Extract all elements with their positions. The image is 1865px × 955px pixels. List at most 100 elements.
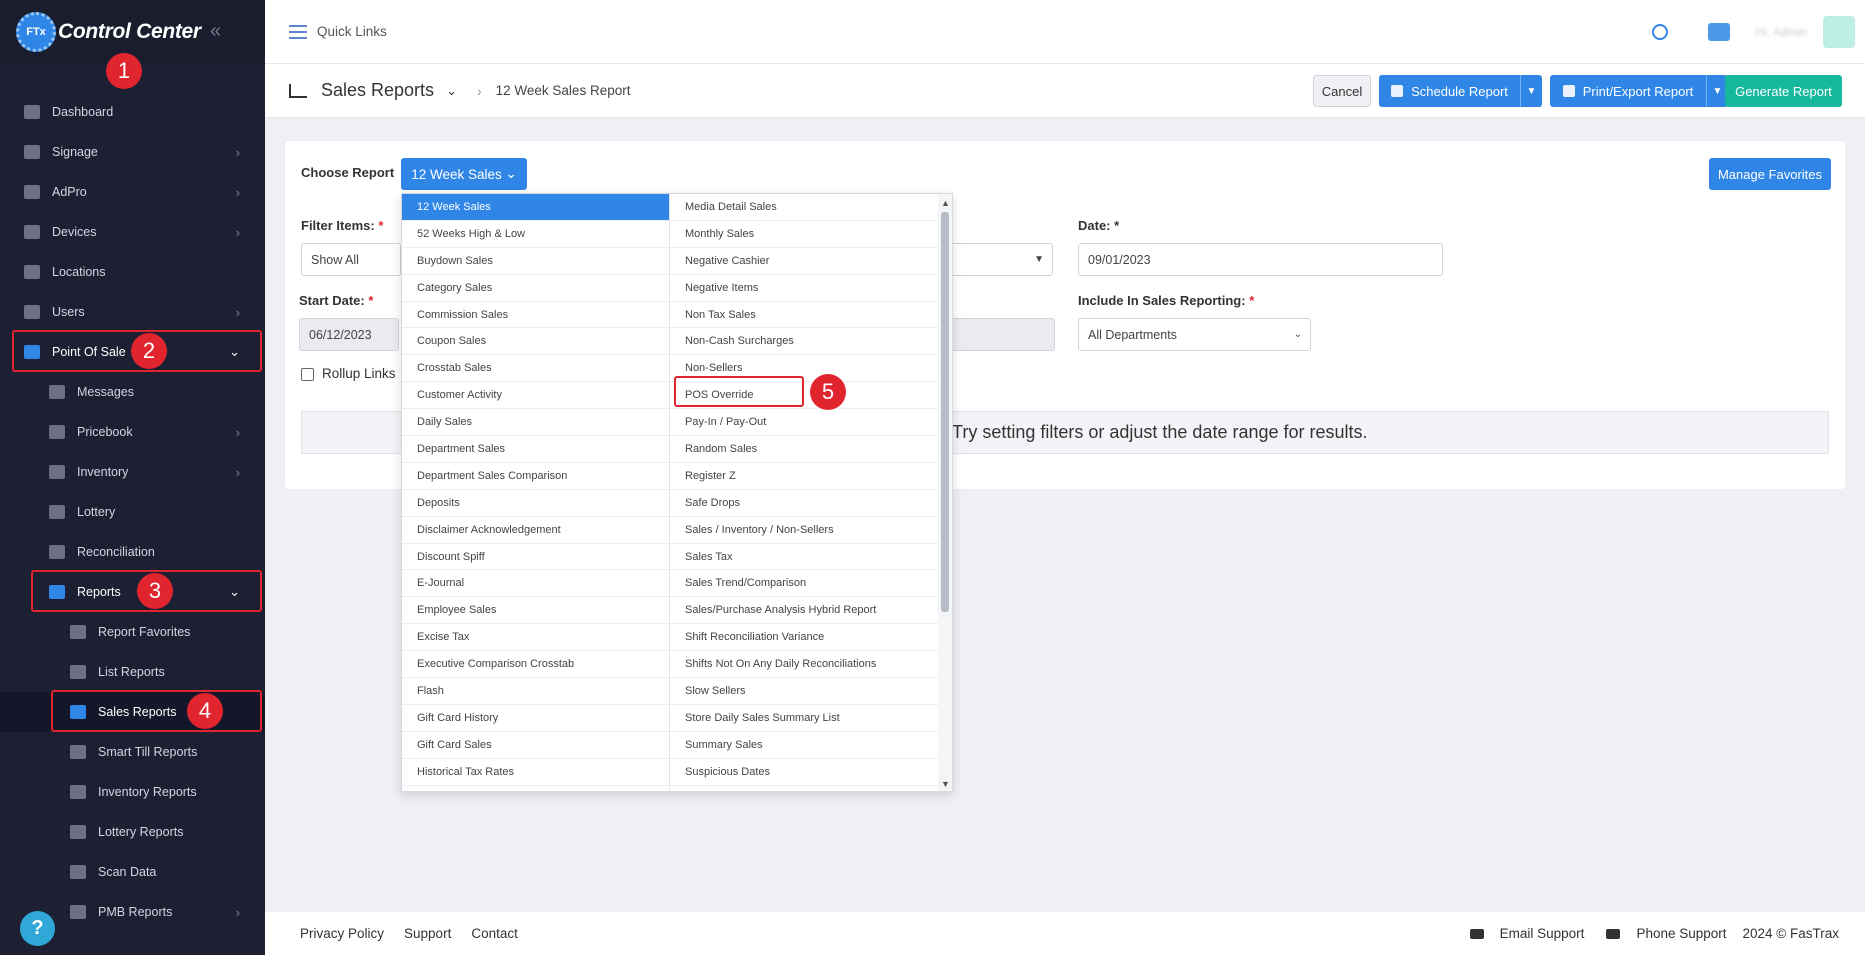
report-option[interactable]: Crosstab Sales — [402, 355, 669, 383]
sidebar-item-pricebook[interactable]: Pricebook › — [0, 412, 265, 452]
report-option[interactable]: Category Sales — [402, 275, 669, 302]
report-option[interactable]: Slow Sellers — [670, 678, 938, 705]
report-option[interactable]: Monthly Sales — [670, 221, 938, 248]
chat-icon[interactable] — [1707, 23, 1730, 41]
contact-link[interactable]: Contact — [471, 926, 518, 941]
report-option[interactable]: Non-Cash Surcharges — [670, 328, 938, 356]
sidebar-item-locations[interactable]: Locations — [0, 252, 265, 292]
help-button[interactable]: ? — [20, 911, 55, 946]
schedule-report-button[interactable]: Schedule Report ▼ — [1379, 75, 1542, 107]
report-option[interactable]: Non Tax Sales — [670, 302, 938, 329]
report-option[interactable]: Shift Reconciliation Variance — [670, 624, 938, 652]
report-option[interactable]: Random Sales — [670, 436, 938, 463]
scroll-down-icon[interactable]: ▼ — [941, 779, 950, 789]
start-date-input: 06/12/2023 — [299, 318, 399, 351]
support-link[interactable]: Support — [404, 926, 451, 941]
rollup-links-label[interactable]: Rollup Links — [322, 366, 396, 381]
report-option[interactable]: Daily Sales — [402, 409, 669, 437]
report-option[interactable]: Excise Tax — [402, 624, 669, 652]
sidebar-item-dashboard[interactable]: Dashboard — [0, 92, 265, 132]
report-option[interactable]: Department Sales — [402, 436, 669, 463]
sidebar-item-devices[interactable]: Devices › — [0, 212, 265, 252]
report-option[interactable]: Flash — [402, 678, 669, 705]
include-in-sales-select[interactable]: All Departments ⌄ — [1078, 318, 1311, 351]
cancel-button[interactable]: Cancel — [1313, 75, 1371, 107]
report-option[interactable]: Pay-In / Pay-Out — [670, 409, 938, 437]
report-option[interactable]: 52 Weeks High & Low — [402, 221, 669, 248]
sidebar-item-adpro[interactable]: AdPro › — [0, 172, 265, 212]
email-support-link[interactable]: Email Support — [1500, 926, 1585, 941]
rollup-links-checkbox[interactable] — [301, 368, 314, 381]
report-option[interactable]: Historical Tax Rates — [402, 759, 669, 786]
report-option[interactable]: Executive Comparison Crosstab — [402, 651, 669, 679]
breadcrumb: 12 Week Sales Report — [495, 83, 631, 98]
dropdown-scrollbar[interactable]: ▲ ▼ — [938, 194, 952, 791]
menu-icon[interactable] — [289, 24, 307, 39]
user-name[interactable]: Hi, Admin — [1756, 25, 1807, 39]
report-option[interactable]: Negative Cashier — [670, 248, 938, 275]
privacy-policy-link[interactable]: Privacy Policy — [300, 926, 384, 941]
generate-report-button[interactable]: Generate Report — [1725, 75, 1842, 107]
report-option[interactable]: Gift Card Sales — [402, 732, 669, 759]
report-option[interactable]: Sales Trend/Comparison — [670, 570, 938, 598]
sidebar-item-messages[interactable]: Messages — [0, 372, 265, 412]
report-option[interactable]: Negative Items — [670, 275, 938, 302]
scroll-up-icon[interactable]: ▲ — [941, 198, 950, 208]
phone-support-link[interactable]: Phone Support — [1636, 926, 1726, 941]
report-option[interactable]: Employee Sales — [402, 597, 669, 625]
report-option[interactable]: Commission Sales — [402, 302, 669, 329]
manage-favorites-button[interactable]: Manage Favorites — [1709, 158, 1831, 190]
sidebar-item-report-favorites[interactable]: Report Favorites — [0, 612, 265, 652]
avatar[interactable] — [1823, 16, 1855, 48]
date-input[interactable]: 09/01/2023 — [1078, 243, 1443, 276]
report-option[interactable]: Discount Spiff — [402, 544, 669, 571]
report-option[interactable]: E-Journal — [402, 570, 669, 598]
report-option[interactable]: Sales / Inventory / Non-Sellers — [670, 517, 938, 544]
sidebar-item-smart-till-reports[interactable]: Smart Till Reports — [0, 732, 265, 772]
report-option[interactable]: Media Detail Sales — [670, 194, 938, 221]
report-option[interactable]: Safe Drops — [670, 490, 938, 517]
report-option[interactable]: Deposits — [402, 490, 669, 517]
step-marker-5: 5 — [810, 374, 846, 410]
print-export-button[interactable]: Print/Export Report ▼ — [1550, 75, 1728, 107]
report-option[interactable]: Disclaimer Acknowledgement — [402, 517, 669, 544]
quick-links[interactable]: Quick Links — [317, 24, 387, 39]
scrollbar-thumb[interactable] — [941, 212, 949, 612]
sidebar-item-list-reports[interactable]: List Reports — [0, 652, 265, 692]
chevron-down-icon[interactable]: ▼ — [1520, 75, 1542, 107]
report-option[interactable]: Suspicious Dates — [670, 759, 938, 786]
report-option[interactable]: Coupon Sales — [402, 328, 669, 356]
sidebar-item-lottery-reports[interactable]: Lottery Reports — [0, 812, 265, 852]
report-option[interactable]: Gift Card History — [402, 705, 669, 732]
choose-report-dropdown[interactable]: 12 Week Sales ⌄ — [401, 158, 527, 190]
report-option[interactable]: Shifts Not On Any Daily Reconciliations — [670, 651, 938, 679]
sidebar-item-reconciliation[interactable]: Reconciliation — [0, 532, 265, 572]
report-option[interactable]: Store Daily Sales Summary List — [670, 705, 938, 732]
sidebar-item-signage[interactable]: Signage › — [0, 132, 265, 172]
report-option[interactable]: Register Z — [670, 463, 938, 490]
report-option[interactable]: Sales/Purchase Analysis Hybrid Report — [670, 597, 938, 625]
chevron-down-icon[interactable]: ⌄ — [446, 83, 457, 99]
chevron-down-icon: ⌄ — [1293, 329, 1302, 340]
report-option[interactable]: Sales Tax — [670, 544, 938, 571]
report-option[interactable]: Buydown Sales — [402, 248, 669, 275]
search-icon[interactable] — [1651, 24, 1668, 40]
report-option[interactable]: 12 Week Sales — [402, 194, 669, 221]
collapse-sidebar-icon[interactable]: « — [210, 20, 221, 43]
page-header: Sales Reports ⌄ › 12 Week Sales Report C… — [265, 64, 1865, 118]
chevron-right-icon: › — [235, 464, 240, 480]
sidebar-item-inventory-reports[interactable]: Inventory Reports — [0, 772, 265, 812]
sidebar-item-lottery[interactable]: Lottery — [0, 492, 265, 532]
report-option[interactable]: Department Sales Comparison — [402, 463, 669, 490]
report-option[interactable]: Hourly Sales — [402, 786, 669, 791]
sidebar-item-inventory[interactable]: Inventory › — [0, 452, 265, 492]
page-title[interactable]: Sales Reports — [321, 80, 434, 101]
grid-icon — [49, 545, 65, 559]
filter-items-select[interactable]: Show All — [301, 243, 401, 276]
report-option[interactable]: Customer Activity — [402, 382, 669, 410]
report-option[interactable]: Suspect Discounts — [670, 786, 938, 791]
sidebar-item-scan-data[interactable]: Scan Data — [0, 852, 265, 892]
report-list-right: Media Detail Sales Monthly Sales Negative … — [670, 194, 938, 791]
sidebar-item-users[interactable]: Users › — [0, 292, 265, 332]
report-option[interactable]: Summary Sales — [670, 732, 938, 759]
